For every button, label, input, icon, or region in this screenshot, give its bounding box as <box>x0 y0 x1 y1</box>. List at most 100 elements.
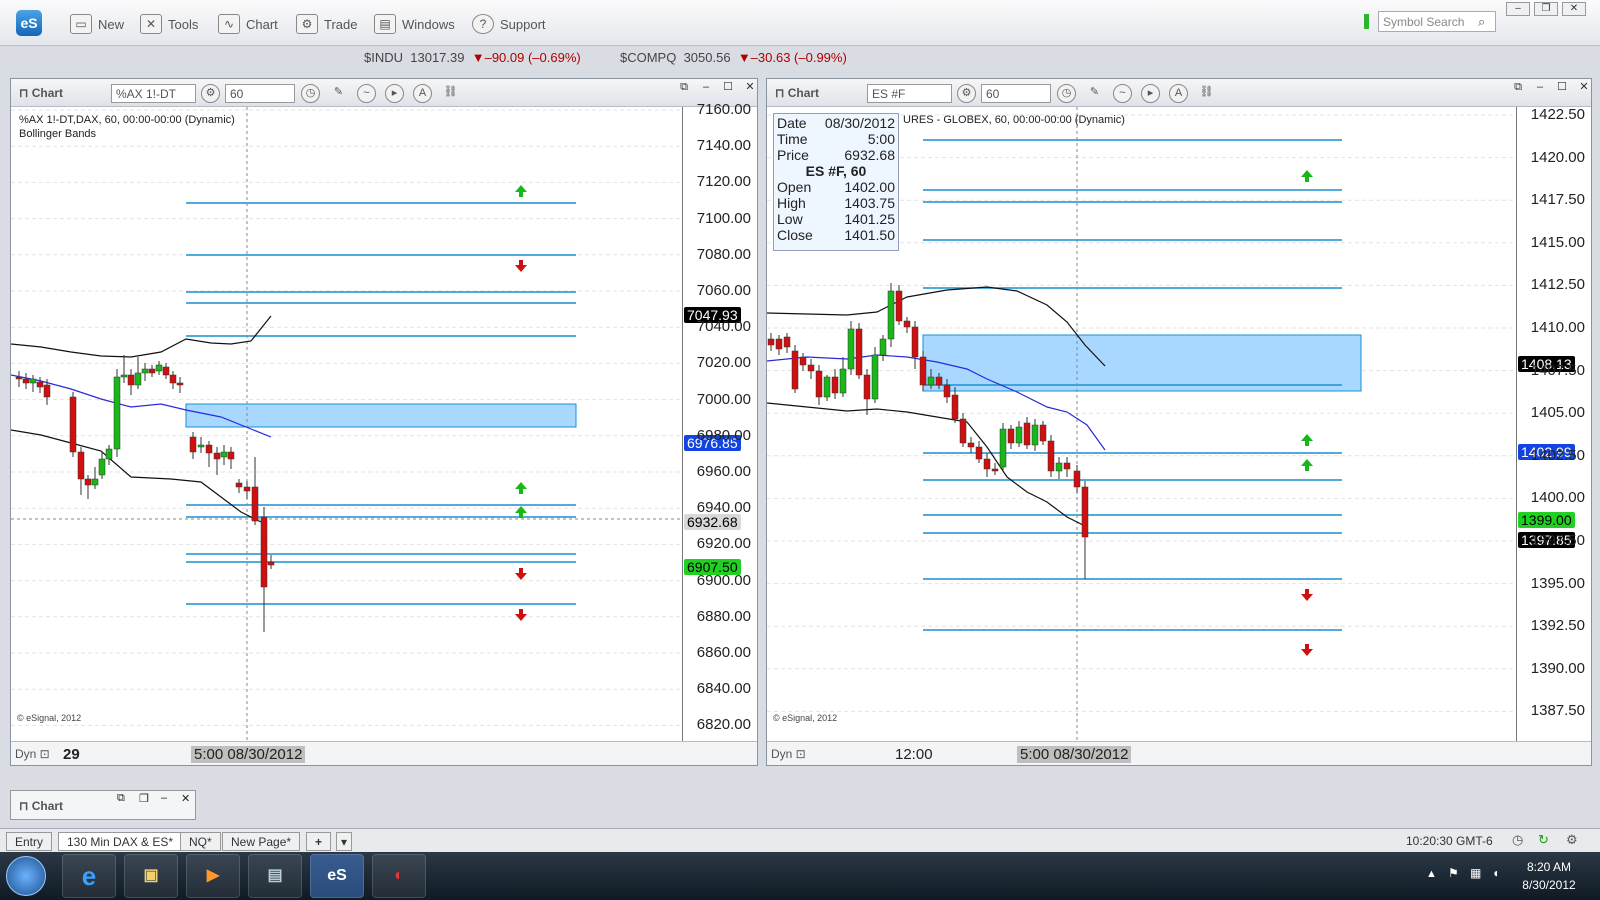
right-price-tick: 1402.50 <box>1530 446 1585 464</box>
esignal-logo[interactable]: eS <box>16 10 42 36</box>
left-candle <box>267 561 275 566</box>
app-close-button[interactable]: ✕ <box>1562 2 1586 16</box>
esignal-taskbar-icon[interactable]: eS <box>310 854 364 898</box>
right-time-axis[interactable]: Dyn ⊡ 12:00 5:00 08/30/2012 <box>767 741 1591 765</box>
right-draw-icon[interactable]: ✎ <box>1085 84 1104 103</box>
tray-flag-icon[interactable]: ⚑ <box>1448 866 1459 880</box>
left-alert-icon[interactable]: A <box>413 84 432 103</box>
left-play-icon[interactable]: ▸ <box>385 84 404 103</box>
left-close-button[interactable]: ✕ <box>741 81 759 95</box>
search-icon[interactable]: ⌕ <box>1478 14 1485 30</box>
right-candle <box>935 376 943 386</box>
left-cursor-price-label: 6932.68 <box>684 514 741 530</box>
tab-menu-chevron-icon[interactable]: ▾ <box>336 832 353 851</box>
left-minimize-button[interactable]: – <box>697 81 715 95</box>
right-settings-icon[interactable]: ⚙ <box>957 84 976 103</box>
right-down-arrow-icon <box>1301 589 1313 601</box>
tools-button[interactable]: ✕ Tools <box>140 14 198 34</box>
left-chart-plot[interactable] <box>11 107 683 743</box>
taskbar-clock-date[interactable]: 8/30/2012 <box>1514 878 1584 892</box>
right-candle <box>895 290 903 322</box>
right-candle <box>1047 440 1055 472</box>
right-last-price-label: 1399.00 <box>1518 512 1575 528</box>
tab-entry[interactable]: Entry <box>6 832 53 851</box>
tray-network-icon[interactable]: ▦ <box>1470 866 1481 880</box>
media-player-icon[interactable]: ▶ <box>186 854 240 898</box>
tab-130-min-dax-es[interactable]: 130 Min DAX & ES* <box>58 832 183 851</box>
mini-close-button[interactable]: ✕ <box>181 792 190 805</box>
new-button[interactable]: ▭ New <box>70 14 124 34</box>
left-dyn-label[interactable]: Dyn ⊡ <box>15 747 50 761</box>
tab-new-page[interactable]: New Page* <box>222 832 301 851</box>
left-price-axis[interactable]: 7047.93 6976.85 6932.68 6907.50 7160.00 7… <box>682 101 757 743</box>
right-candle <box>1007 428 1015 444</box>
right-maximize-button[interactable]: ☐ <box>1553 81 1571 95</box>
trade-button[interactable]: ⚙ Trade <box>296 14 357 34</box>
taskbar-clock-time[interactable]: 8:20 AM <box>1514 860 1584 874</box>
left-candle <box>260 516 268 588</box>
right-candle <box>983 458 991 470</box>
left-interval-combo[interactable]: 60 <box>225 84 295 103</box>
ticker-compq[interactable]: $COMPQ 3050.56 ▼–30.63 (–0.99%) <box>620 50 847 70</box>
left-chart-title: ⊓ Chart <box>19 86 64 100</box>
right-pin-icon[interactable]: ⧉ <box>1509 81 1527 95</box>
tray-up-arrow-icon[interactable]: ▲ <box>1426 868 1437 880</box>
left-down-arrow-icon <box>515 609 527 621</box>
right-alert-icon[interactable]: A <box>1169 84 1188 103</box>
right-play-icon[interactable]: ▸ <box>1141 84 1160 103</box>
left-candle <box>98 458 106 476</box>
refresh-icon[interactable]: ↻ <box>1538 832 1549 848</box>
left-link-icon[interactable]: ⛓ <box>441 84 460 103</box>
right-price-tick: 1392.50 <box>1530 617 1585 635</box>
support-icon: ? <box>472 14 494 34</box>
left-study-icon[interactable]: ~ <box>357 84 376 103</box>
left-candle <box>155 364 163 372</box>
left-maximize-button[interactable]: ☐ <box>719 81 737 95</box>
left-price-tick: 6900.00 <box>696 571 751 589</box>
tray-volume-icon[interactable]: ◖ <box>1492 866 1499 880</box>
tab-nq[interactable]: NQ* <box>180 832 221 851</box>
app-taskbar-icon[interactable]: ◐ <box>372 854 426 898</box>
app-minimize-button[interactable]: – <box>1506 2 1530 16</box>
right-study-icon[interactable]: ~ <box>1113 84 1132 103</box>
windows-button[interactable]: ▤ Windows <box>374 14 455 34</box>
start-button[interactable] <box>6 856 46 896</box>
ticker-indu[interactable]: $INDU 13017.39 ▼–90.09 (–0.69%) <box>364 50 581 70</box>
left-symbol-combo[interactable]: %AX 1!-DT <box>111 84 196 103</box>
right-close-button[interactable]: ✕ <box>1575 81 1593 95</box>
mini-restore-button[interactable]: ⧉ <box>117 792 125 805</box>
minimized-chart-window[interactable]: ⊓ Chart ⧉ ❐ – ✕ <box>10 790 196 820</box>
left-candle <box>22 378 30 384</box>
right-symbol-combo[interactable]: ES #F <box>867 84 952 103</box>
computer-icon[interactable]: ▤ <box>248 854 302 898</box>
support-button[interactable]: ? Support <box>472 14 546 34</box>
internet-explorer-icon[interactable]: e <box>62 854 116 898</box>
right-candle <box>791 350 799 390</box>
right-up-arrow-icon <box>1301 170 1313 182</box>
right-interval-combo[interactable]: 60 <box>981 84 1051 103</box>
right-dyn-label[interactable]: Dyn ⊡ <box>771 747 806 761</box>
left-pin-icon[interactable]: ⧉ <box>675 81 693 95</box>
left-bb-label: Bollinger Bands <box>19 128 97 140</box>
status-clock-icon[interactable]: ◷ <box>1512 832 1523 848</box>
right-link-icon[interactable]: ⛓ <box>1197 84 1216 103</box>
mini-maximize-button[interactable]: ❐ <box>139 792 149 805</box>
right-minimize-button[interactable]: – <box>1531 81 1549 95</box>
mini-minimize-button[interactable]: – <box>161 792 167 804</box>
left-price-tick: 7080.00 <box>696 245 751 263</box>
app-restore-button[interactable]: ❐ <box>1534 2 1558 16</box>
data-window: Date 08/30/2012 Time 5:00 Price 6932.68 ES … <box>773 113 899 251</box>
file-explorer-icon[interactable]: ▣ <box>124 854 178 898</box>
left-clock-icon[interactable]: ◷ <box>301 84 320 103</box>
left-settings-icon[interactable]: ⚙ <box>201 84 220 103</box>
left-draw-icon[interactable]: ✎ <box>329 84 348 103</box>
add-tab-button[interactable]: + <box>306 832 332 851</box>
left-candle <box>243 486 251 492</box>
left-candle <box>127 374 135 386</box>
right-price-axis[interactable]: 1408.13 1402.99 1399.00 1397.85 1422.50 1… <box>1516 106 1591 743</box>
settings-icon[interactable]: ⚙ <box>1566 832 1578 848</box>
right-clock-icon[interactable]: ◷ <box>1057 84 1076 103</box>
chart-button[interactable]: ∿ Chart <box>218 14 278 34</box>
left-time-axis[interactable]: Dyn ⊡ 29 5:00 08/30/2012 <box>11 741 757 765</box>
left-price-tick: 7020.00 <box>696 354 751 372</box>
